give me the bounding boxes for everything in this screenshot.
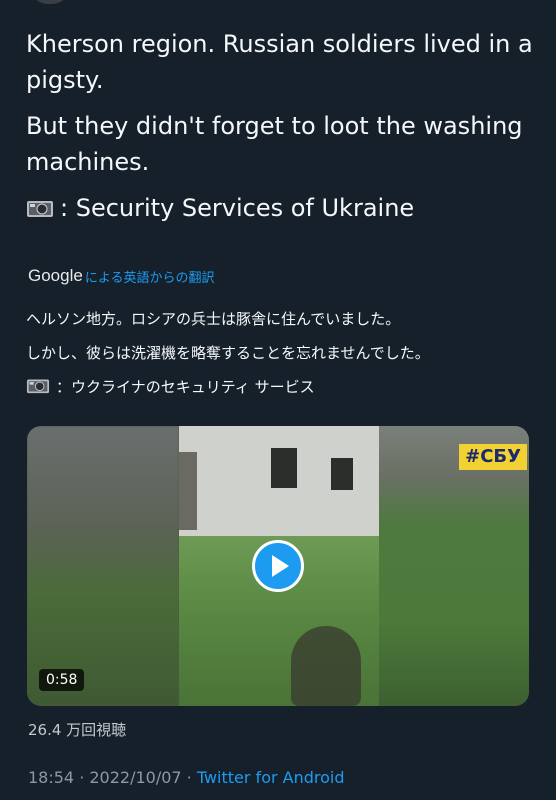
window xyxy=(331,458,353,490)
window xyxy=(271,448,297,488)
tweet-text-line: But they didn't forget to loot the washi… xyxy=(26,112,523,176)
translated-credit: ：ウクライナのセキュリティ サービス xyxy=(56,378,315,396)
tweet-credit: : Security Services of Ukraine xyxy=(60,194,415,222)
translation-header[interactable]: Google による英語からの翻訳 xyxy=(28,266,214,286)
tweet-meta: 18:54 · 2022/10/07 · Twitter for Android xyxy=(28,768,345,787)
door xyxy=(179,452,197,530)
video-camera-icon xyxy=(26,379,50,394)
timestamp[interactable]: 18:54 · 2022/10/07 · xyxy=(28,768,197,787)
translation-link[interactable]: による英語からの翻訳 xyxy=(85,267,215,286)
building xyxy=(179,426,379,536)
view-count: 26.4 万回視聴 xyxy=(28,721,127,739)
video-camera-icon xyxy=(27,201,53,217)
video-watermark-badge: #СБУ xyxy=(459,444,527,470)
source-app-link[interactable]: Twitter for Android xyxy=(197,768,345,787)
tweet-body: Kherson region. Russian soldiers lived i… xyxy=(26,26,536,236)
avatar[interactable] xyxy=(30,0,70,4)
video-frame-blur-left xyxy=(27,426,179,706)
translated-text: ヘルソン地方。ロシアの兵士は豚舎に住んでいました。 しかし、彼らは洗濯機を略奪す… xyxy=(26,308,536,410)
play-button[interactable] xyxy=(252,540,304,592)
person-shadow xyxy=(291,626,361,706)
translated-line: しかし、彼らは洗濯機を略奪することを忘れませんでした。 xyxy=(26,344,430,362)
video-player[interactable]: #СБУ 0:58 xyxy=(27,426,529,706)
translated-line: ：ウクライナのセキュリティ サービス xyxy=(26,376,536,398)
tweet-text-line: Kherson region. Russian soldiers lived i… xyxy=(26,30,533,94)
translated-line: ヘルソン地方。ロシアの兵士は豚舎に住んでいました。 xyxy=(26,310,401,328)
google-logo: Google xyxy=(28,266,83,285)
tweet-text-line: : Security Services of Ukraine xyxy=(26,190,536,226)
play-icon xyxy=(272,555,289,577)
video-duration: 0:58 xyxy=(39,669,85,691)
